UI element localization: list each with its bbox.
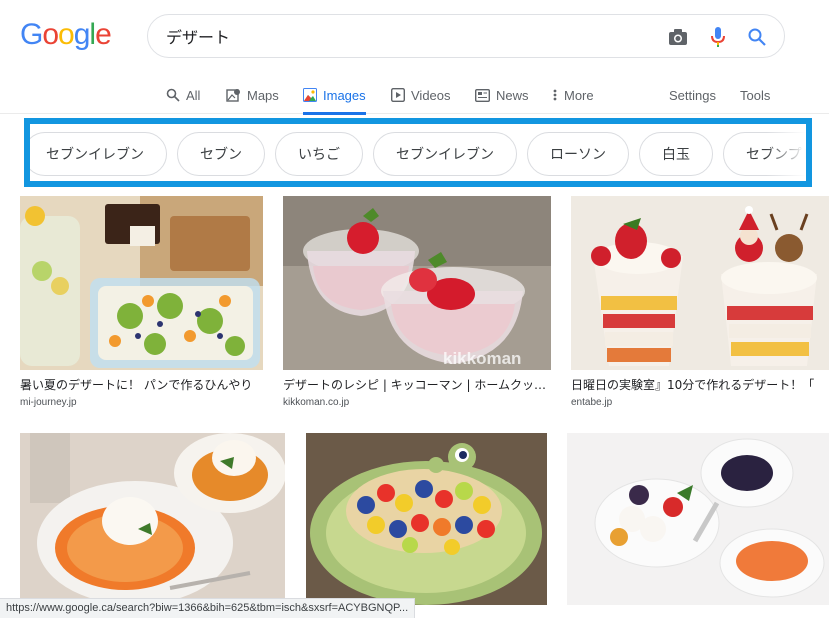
map-icon	[226, 88, 240, 102]
logo-letter: G	[20, 18, 43, 51]
search-tabs: All Maps Images Videos News More Setting…	[0, 76, 829, 115]
tab-videos[interactable]: Videos	[391, 76, 451, 114]
tab-label: Images	[323, 87, 366, 103]
tab-label: All	[186, 87, 201, 103]
tools-link[interactable]: Tools	[740, 76, 770, 114]
tab-label: Videos	[411, 87, 451, 103]
image-result[interactable]	[20, 433, 285, 615]
image-result[interactable]: 暑い夏のデザートに！ パンで作るひんやり mi-journey.jp	[20, 196, 263, 408]
tab-images[interactable]: Images	[303, 76, 366, 115]
image-result[interactable]: 日曜日の実験室』10分で作れるデザート！「 entabe.jp	[571, 196, 829, 408]
logo-letter: e	[95, 18, 112, 51]
result-domain: mi-journey.jp	[20, 397, 77, 408]
related-chip[interactable]: ローソン	[527, 132, 629, 176]
result-thumbnail[interactable]	[20, 433, 285, 605]
related-chip[interactable]: いちご	[275, 132, 363, 176]
tab-all[interactable]: All	[166, 76, 200, 114]
result-title[interactable]: デザートのレシピ | キッコーマン | ホームクッキング	[283, 376, 551, 393]
settings-link[interactable]: Settings	[669, 76, 716, 114]
related-searches-bar: セブンイレブン セブン いちご セブンイレブン ローソン 白玉 セブンプレミアム	[24, 118, 812, 187]
result-domain: kikkoman.co.jp	[283, 397, 350, 408]
result-thumbnail[interactable]	[306, 433, 547, 605]
related-chip[interactable]: セブンイレブン	[373, 132, 517, 176]
image-result[interactable]: kikkoman デザートのレシピ | キッコーマン | ホームクッキング ki…	[283, 196, 551, 408]
scroll-fade	[766, 124, 806, 181]
image-icon	[303, 88, 317, 102]
result-thumbnail[interactable]	[571, 196, 829, 370]
related-chip[interactable]: 白玉	[639, 132, 713, 176]
tab-label: News	[496, 87, 529, 103]
tab-label: Maps	[247, 87, 279, 103]
related-chip[interactable]: セブン	[177, 132, 265, 176]
logo-letter: o	[58, 18, 75, 51]
search-box	[147, 14, 785, 58]
result-title[interactable]: 日曜日の実験室』10分で作れるデザート！「	[571, 376, 829, 393]
microphone-icon[interactable]	[706, 25, 730, 49]
camera-icon[interactable]	[666, 25, 690, 49]
related-chip[interactable]: セブンイレブン	[30, 132, 167, 176]
chip-list: セブンイレブン セブン いちご セブンイレブン ローソン 白玉 セブンプレミアム	[30, 132, 806, 176]
logo-letter: g	[73, 18, 91, 51]
search-input[interactable]	[166, 15, 646, 57]
tab-more[interactable]: More	[552, 76, 594, 114]
image-result[interactable]	[306, 433, 547, 615]
search-icon[interactable]	[745, 25, 769, 49]
result-title[interactable]: 暑い夏のデザートに！ パンで作るひんやり	[20, 376, 263, 393]
search-icon	[166, 88, 180, 102]
image-result[interactable]	[567, 433, 829, 615]
more-vert-icon	[553, 89, 557, 101]
logo-letter: o	[42, 18, 59, 51]
result-thumbnail[interactable]: kikkoman	[283, 196, 551, 370]
tab-label: More	[564, 87, 594, 103]
tab-maps[interactable]: Maps	[226, 76, 279, 114]
tab-news[interactable]: News	[475, 76, 529, 114]
result-domain: entabe.jp	[571, 397, 613, 408]
result-thumbnail[interactable]	[20, 196, 263, 370]
browser-status-url: https://www.google.ca/search?biw=1366&bi…	[0, 598, 416, 618]
play-icon	[391, 88, 405, 102]
news-icon	[475, 88, 490, 102]
google-logo[interactable]: Google	[20, 18, 112, 52]
result-thumbnail[interactable]	[567, 433, 829, 605]
watermark-text: kikkoman	[443, 349, 521, 368]
